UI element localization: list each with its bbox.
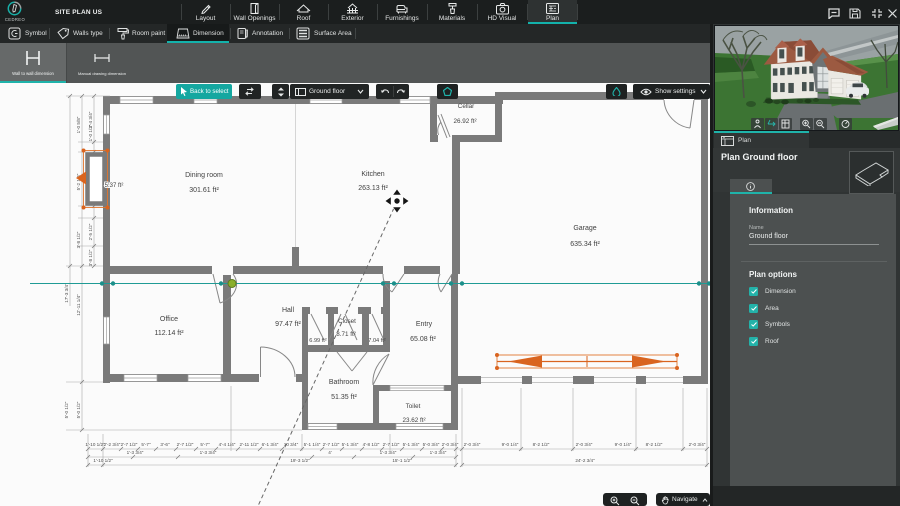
- svg-text:1'-0 1/2": 1'-0 1/2": [88, 124, 93, 141]
- svg-text:2'-7 1/2": 2'-7 1/2": [383, 442, 400, 447]
- svg-text:8'-2 1/2": 8'-2 1/2": [646, 442, 663, 447]
- svg-text:2'-7 1/2": 2'-7 1/2": [177, 442, 194, 447]
- svg-text:65.08 ft²: 65.08 ft²: [410, 336, 436, 343]
- svg-text:3'-6": 3'-6": [160, 442, 170, 447]
- svg-text:Bathroom: Bathroom: [329, 379, 360, 386]
- svg-text:2'-0 3/4": 2'-0 3/4": [689, 442, 706, 447]
- svg-text:7.04 ft²: 7.04 ft²: [368, 338, 386, 344]
- svg-text:6'-1 3/4": 6'-1 3/4": [262, 442, 279, 447]
- svg-text:8'-2 1/2": 8'-2 1/2": [533, 442, 550, 447]
- svg-text:6.99 ft²: 6.99 ft²: [309, 338, 327, 344]
- svg-text:97.47 ft²: 97.47 ft²: [275, 321, 301, 328]
- svg-text:3'-8 1/2": 3'-8 1/2": [88, 249, 93, 266]
- svg-text:2'-2 3/4": 2'-2 3/4": [104, 442, 121, 447]
- svg-text:8.71 ft²: 8.71 ft²: [336, 331, 356, 338]
- svg-text:301.61 ft²: 301.61 ft²: [189, 187, 219, 194]
- svg-text:5.37 ft²: 5.37 ft²: [105, 183, 124, 189]
- svg-text:2'-0 3/4": 2'-0 3/4": [576, 442, 593, 447]
- svg-text:112.14 ft²: 112.14 ft²: [154, 330, 184, 337]
- svg-text:2'-7 1/2": 2'-7 1/2": [121, 442, 138, 447]
- svg-text:4': 4': [328, 450, 332, 455]
- svg-text:1'-3 3/4": 1'-3 3/4": [380, 450, 397, 455]
- svg-text:24'-2 3/4": 24'-2 3/4": [575, 458, 595, 463]
- svg-text:Entry: Entry: [416, 321, 433, 328]
- svg-text:1'-10 1/2": 1'-10 1/2": [93, 458, 113, 463]
- svg-text:19'-3 1/2": 19'-3 1/2": [290, 458, 310, 463]
- svg-text:12'-11 1/4": 12'-11 1/4": [76, 294, 81, 316]
- svg-text:5'-1 3/4": 5'-1 3/4": [403, 442, 420, 447]
- svg-text:5'-0 1/2": 5'-0 1/2": [76, 401, 81, 418]
- svg-text:635.34 ft²: 635.34 ft²: [570, 241, 600, 248]
- svg-text:5'-0 3/4": 5'-0 3/4": [423, 442, 440, 447]
- svg-text:Kitchen: Kitchen: [361, 171, 384, 178]
- svg-text:5'-1 3/4": 5'-1 3/4": [342, 442, 359, 447]
- svg-text:51.35 ft²: 51.35 ft²: [331, 394, 357, 401]
- svg-text:5'-7": 5'-7": [200, 442, 210, 447]
- svg-text:263.13 ft²: 263.13 ft²: [358, 185, 388, 192]
- svg-text:Dining room: Dining room: [185, 172, 223, 179]
- svg-text:Cellar: Cellar: [458, 103, 474, 110]
- svg-text:1'-3 3/4": 1'-3 3/4": [200, 450, 217, 455]
- svg-text:3'-8 1/2": 3'-8 1/2": [76, 231, 81, 248]
- svg-text:2'-5 1/2": 2'-5 1/2": [88, 223, 93, 240]
- svg-text:1'-10 1/2": 1'-10 1/2": [85, 442, 105, 447]
- svg-text:Garage: Garage: [573, 225, 596, 232]
- svg-text:23.62 ft²: 23.62 ft²: [402, 417, 425, 424]
- svg-text:15'-1 1/2": 15'-1 1/2": [392, 458, 412, 463]
- svg-text:2'-7 1/2": 2'-7 1/2": [323, 442, 340, 447]
- svg-text:1'-3 3/4": 1'-3 3/4": [430, 450, 447, 455]
- svg-text:1'-3 3/4": 1'-3 3/4": [127, 450, 144, 455]
- svg-text:4'-8 1/2": 4'-8 1/2": [363, 442, 380, 447]
- svg-text:5'-1 1/4": 5'-1 1/4": [304, 442, 321, 447]
- svg-text:5'-0 1/2": 5'-0 1/2": [64, 401, 69, 418]
- svg-text:5'-7": 5'-7": [141, 442, 151, 447]
- svg-text:2'-11 1/2": 2'-11 1/2": [239, 442, 258, 447]
- svg-text:Hall: Hall: [282, 307, 295, 314]
- svg-text:Office: Office: [160, 316, 178, 323]
- svg-text:9'-0 1/4": 9'-0 1/4": [502, 442, 519, 447]
- svg-text:1'-0 5/8": 1'-0 5/8": [76, 116, 81, 133]
- svg-text:2'-0 3/4": 2'-0 3/4": [464, 442, 481, 447]
- svg-text:Toilet: Toilet: [406, 403, 421, 410]
- svg-text:9'-0 1/4": 9'-0 1/4": [615, 442, 632, 447]
- svg-text:4'-4 1/4": 4'-4 1/4": [219, 442, 236, 447]
- svg-text:17'-3 3/4": 17'-3 3/4": [64, 283, 69, 303]
- svg-text:2'-0 3/4": 2'-0 3/4": [442, 442, 459, 447]
- svg-text:26.92 ft²: 26.92 ft²: [453, 118, 476, 125]
